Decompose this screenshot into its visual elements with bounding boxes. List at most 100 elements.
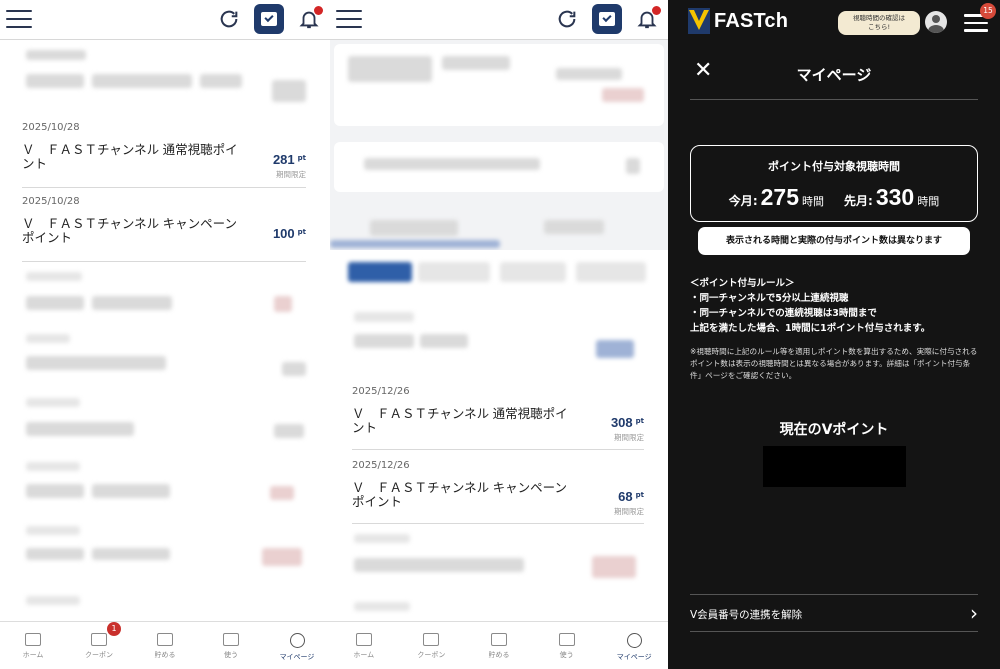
transaction-row[interactable]: 2025/12/26 Ｖ ＦＡＳＴチャンネル 通常視聴ポイント 308 pt 期間… — [352, 386, 644, 450]
transaction-row[interactable]: 2025/10/28 Ｖ ＦＡＳＴチャンネル キャンペーンポイント 100 pt — [22, 196, 306, 262]
unlink-member-row[interactable]: V会員番号の連携を解除 › — [690, 594, 978, 632]
last-month-hours: 先月: 330 時間 — [844, 184, 940, 210]
nav-use[interactable]: 使う — [533, 622, 601, 669]
fastch-logo[interactable]: FASTch — [688, 8, 788, 34]
blurred-content — [596, 340, 634, 358]
nav-label: 使う — [224, 651, 238, 659]
blurred-content — [364, 158, 540, 170]
nav-earn[interactable]: 貯める — [465, 622, 533, 669]
hours-box-title: ポイント付与対象視聴時間 — [768, 160, 900, 173]
use-icon — [558, 633, 575, 646]
blurred-content — [592, 556, 636, 578]
this-month-label: 今月 — [728, 194, 753, 208]
transaction-date: 2025/10/28 — [22, 122, 80, 133]
blurred-content — [26, 526, 80, 535]
transaction-points: 100 pt — [273, 223, 306, 243]
blurred-content — [92, 484, 170, 498]
notification-bell-icon[interactable] — [636, 6, 661, 30]
hamburger-menu-icon[interactable] — [6, 10, 32, 28]
use-icon — [223, 633, 239, 646]
blurred-content — [272, 80, 306, 102]
blurred-filter — [576, 262, 646, 282]
blurred-content — [26, 548, 84, 560]
v-logo-icon — [688, 8, 710, 34]
nav-label: クーポン — [85, 651, 113, 659]
blurred-content — [26, 50, 86, 60]
logo-text: FASTch — [714, 9, 789, 32]
page-title: マイページ — [796, 66, 872, 84]
nav-coupon[interactable]: クーポン 1 — [66, 622, 132, 669]
last-month-label: 先月 — [844, 194, 869, 208]
nav-use[interactable]: 使う — [198, 622, 264, 669]
home-icon — [25, 633, 41, 646]
nav-home[interactable]: ホーム — [330, 622, 398, 669]
unlink-label: V会員番号の連携を解除 — [690, 609, 803, 621]
hamburger-menu-icon[interactable] — [336, 10, 362, 28]
limited-label: 期間限定 — [276, 170, 306, 179]
nav-mypage[interactable]: マイページ — [600, 622, 668, 669]
blurred-content — [602, 88, 644, 102]
redacted-points-value — [763, 446, 906, 487]
nav-label: クーポン — [417, 651, 446, 659]
blurred-content — [348, 56, 432, 82]
menu-badge: 15 — [980, 3, 996, 19]
blurred-content — [26, 462, 80, 471]
v-point-card-icon[interactable] — [592, 4, 622, 34]
rule-item: ・同一チャンネルで5分以上連続視聴 — [690, 293, 849, 304]
home-icon — [355, 633, 372, 646]
watch-time-tooltip[interactable]: 視聴時間の確認は こちら! — [838, 11, 920, 35]
nav-coupon[interactable]: クーポン — [398, 622, 466, 669]
transaction-points: 308 pt 期間限定 — [611, 412, 644, 443]
chevron-right-icon: › — [970, 601, 978, 625]
points-value: 281 — [272, 152, 295, 167]
nav-earn[interactable]: 貯める — [132, 622, 198, 669]
blurred-content — [26, 422, 134, 436]
this-month-hours: 今月: 275 時間 — [728, 184, 824, 210]
v-point-card-icon[interactable] — [254, 4, 284, 34]
blurred-content — [262, 548, 302, 566]
points-unit: pt — [297, 154, 306, 162]
hamburger-menu-icon[interactable]: 15 — [964, 3, 996, 32]
blurred-filter — [418, 262, 490, 282]
transaction-row[interactable]: 2025/10/28 Ｖ ＦＡＳＴチャンネル 通常視聴ポイント 281 pt 期間… — [22, 122, 306, 188]
blurred-content — [270, 486, 294, 500]
earn-icon — [157, 633, 173, 646]
transaction-row[interactable]: 2025/12/26 Ｖ ＦＡＳＴチャンネル キャンペーンポイント 68 pt 期… — [352, 460, 644, 524]
blurred-content — [274, 296, 292, 312]
current-points-label: 現在のVポイント — [779, 422, 889, 438]
nav-label: マイページ — [279, 653, 315, 661]
refresh-icon[interactable] — [218, 8, 240, 30]
blurred-content — [282, 362, 306, 376]
notification-bell-icon[interactable] — [298, 6, 323, 30]
points-value: 68 — [618, 489, 633, 504]
blurred-filter — [348, 262, 412, 282]
avatar-icon[interactable] — [925, 11, 947, 33]
this-month-value: 275 — [760, 184, 799, 210]
blurred-content — [92, 548, 170, 560]
blurred-content — [26, 74, 84, 88]
mypage-panel: FASTch 視聴時間の確認は こちら! 15 ✕ マイページ ポイント付与対象… — [668, 0, 1000, 669]
coupon-badge: 1 — [107, 622, 121, 636]
nav-mypage[interactable]: マイページ — [264, 622, 330, 669]
hours-unit: 時間 — [917, 195, 940, 208]
blurred-content — [26, 272, 82, 281]
blurred-tab — [544, 220, 604, 234]
blurred-content — [26, 596, 80, 605]
page-header: ✕ マイページ — [690, 52, 978, 100]
nav-label: マイページ — [616, 653, 652, 661]
nav-home[interactable]: ホーム — [0, 622, 66, 669]
blurred-tab — [370, 220, 458, 236]
tooltip-text: 視聴時間の確認は こちら! — [853, 14, 905, 31]
nav-label: ホーム — [353, 651, 375, 659]
blurred-content — [442, 56, 510, 70]
points-unit: pt — [297, 228, 306, 236]
blurred-content — [354, 334, 414, 348]
points-unit: pt — [635, 417, 644, 425]
limited-label: 期間限定 — [614, 433, 644, 442]
point-rules: ＜ポイント付与ルール＞ ・同一チャンネルで5分以上連続視聴 ・同一チャンネルでの… — [690, 276, 980, 336]
transaction-title: Ｖ ＦＡＳＴチャンネル キャンペーンポイント — [22, 217, 237, 245]
bottom-navigation: ホーム クーポン 1 貯める 使う マイページ — [0, 621, 330, 669]
nav-label: 貯める — [488, 651, 510, 659]
blurred-content — [354, 534, 410, 543]
refresh-icon[interactable] — [556, 8, 578, 30]
